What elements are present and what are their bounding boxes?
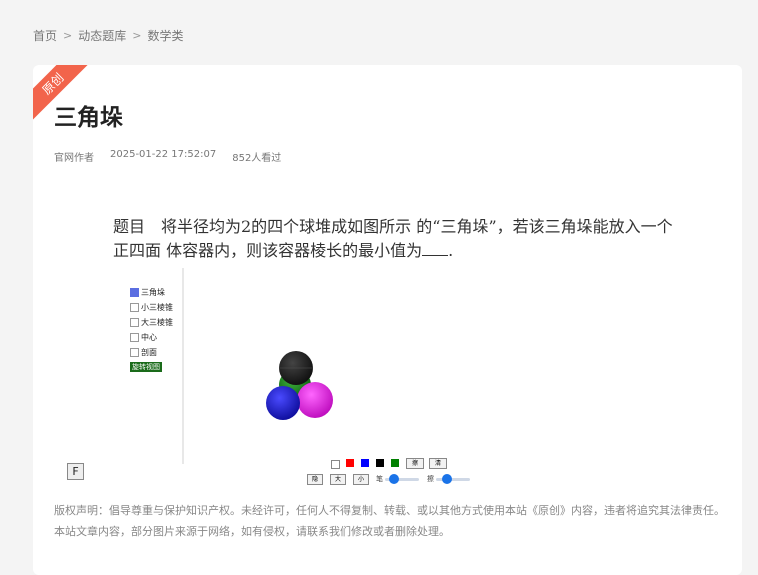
blue-color-swatch[interactable] — [361, 459, 369, 467]
black-color-swatch[interactable] — [376, 459, 384, 467]
applet-divider — [182, 268, 184, 464]
eraser-size-label: 擦 — [427, 475, 434, 483]
breadcrumb: 首页 > 动态题库 > 数学类 — [33, 27, 183, 44]
checkbox-label: 小三棱锥 — [141, 303, 173, 312]
bigger-button[interactable]: 大 — [330, 474, 346, 485]
red-color-swatch[interactable] — [346, 459, 354, 467]
green-color-swatch[interactable] — [391, 459, 399, 467]
erase-button[interactable]: 擦 — [406, 458, 424, 469]
checkbox-label: 大三棱锥 — [141, 318, 173, 327]
hide-button[interactable]: 隐 — [307, 474, 323, 485]
article-meta: 官网作者 2025-01-22 17:52:07 852人看过 — [54, 149, 281, 164]
checkbox-box[interactable] — [130, 348, 139, 357]
checkbox-box[interactable] — [130, 333, 139, 342]
checkbox-label: 剖面 — [141, 348, 157, 357]
f-button[interactable]: F — [67, 463, 84, 480]
page-title: 三角垛 — [54, 105, 123, 131]
checkbox-center[interactable]: 中心 — [130, 332, 157, 343]
checkbox-label: 三角垛 — [141, 288, 165, 297]
checkbox-box[interactable] — [130, 288, 139, 297]
checkbox-box[interactable] — [130, 318, 139, 327]
checkbox-label: 中心 — [141, 333, 157, 342]
pen-size-label: 笔 — [376, 475, 383, 483]
checkbox-large-pyramid[interactable]: 大三棱锥 — [130, 317, 173, 328]
smaller-button[interactable]: 小 — [353, 474, 369, 485]
answer-blank — [422, 240, 449, 256]
checkbox-box[interactable] — [130, 303, 139, 312]
geometry-applet[interactable]: 三角垛 小三棱锥 大三棱锥 中心 剖面 旋转视图 F 擦 清 隐 大 小 笔 擦 — [63, 268, 483, 498]
slider-knob[interactable] — [389, 474, 399, 484]
problem-text-end: . — [448, 241, 454, 260]
publish-date: 2025-01-22 17:52:07 — [110, 149, 217, 160]
author-name: 官网作者 — [54, 153, 94, 164]
rotate-view-button[interactable]: 旋转视图 — [130, 362, 162, 372]
blue-sphere — [266, 386, 300, 420]
article-card: 原创 三角垛 官网作者 2025-01-22 17:52:07 852人看过 题… — [33, 65, 742, 575]
problem-text: 题目 将半径均为2的四个球堆成如图所示 的“三角垛”，若该三角垛能放入一个正四面… — [113, 215, 673, 263]
pen-size-slider[interactable] — [385, 474, 419, 484]
view-count: 852人看过 — [232, 153, 282, 164]
checkbox-small-pyramid[interactable]: 小三棱锥 — [130, 302, 173, 313]
problem-text-main: 题目 将半径均为2的四个球堆成如图所示 的“三角垛”，若该三角垛能放入一个正四面… — [113, 217, 673, 260]
breadcrumb-category-link[interactable]: 动态题库 — [78, 27, 126, 44]
sphere-stack-drawing[interactable] — [243, 348, 333, 428]
checkbox-triangle-stack[interactable]: 三角垛 — [130, 287, 165, 298]
magenta-sphere — [297, 382, 333, 418]
checkbox-section[interactable]: 剖面 — [130, 347, 157, 358]
copyright-notice: 版权声明：倡导尊重与保护知识产权。未经许可，任何人不得复制、转载、或以其他方式使… — [54, 504, 725, 538]
breadcrumb-separator: > — [63, 29, 73, 42]
breadcrumb-subcategory-link[interactable]: 数学类 — [147, 27, 183, 44]
slider-knob[interactable] — [442, 474, 452, 484]
breadcrumb-home-link[interactable]: 首页 — [33, 27, 57, 44]
clear-button[interactable]: 清 — [429, 458, 447, 469]
pen-toggle-checkbox[interactable] — [331, 460, 340, 469]
breadcrumb-separator: > — [132, 29, 142, 42]
eraser-size-slider[interactable] — [436, 474, 470, 484]
